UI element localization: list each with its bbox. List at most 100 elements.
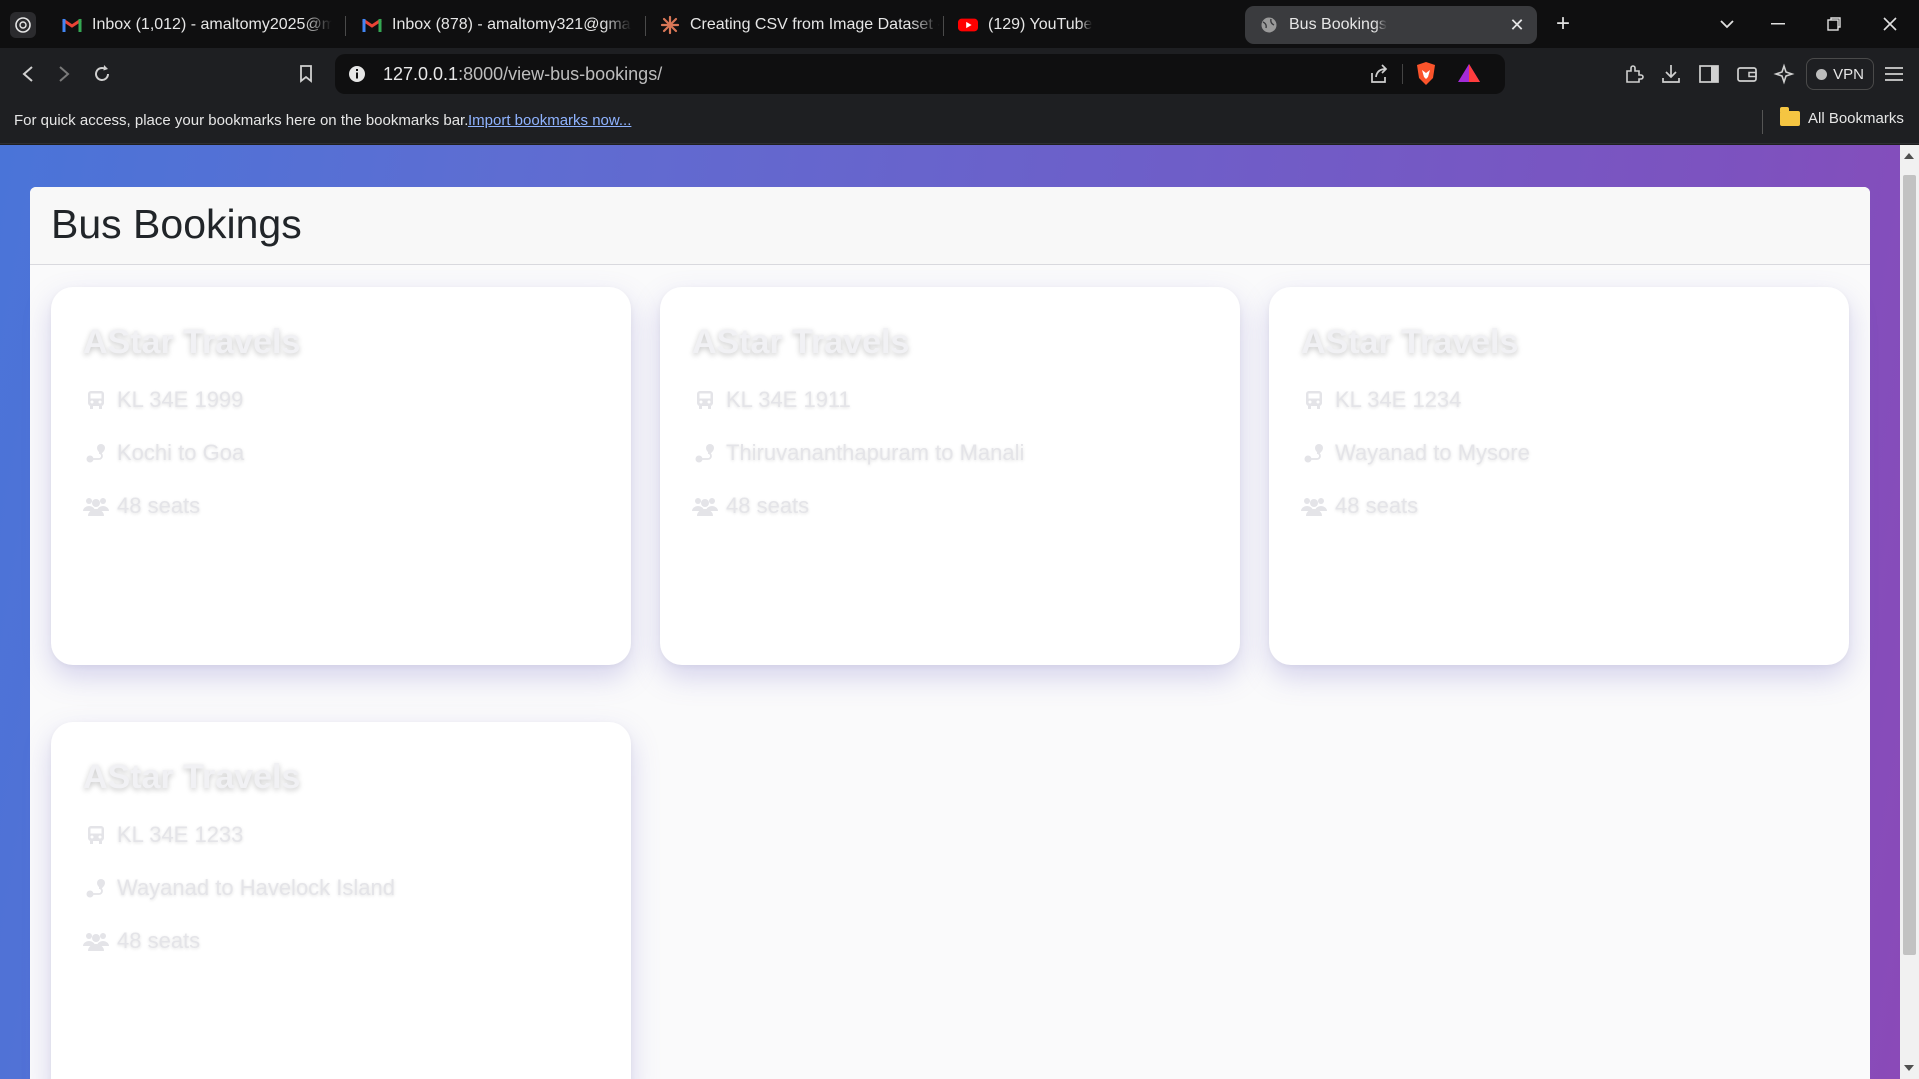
bookmarks-bar: For quick access, place your bookmarks h… bbox=[0, 100, 1919, 144]
tab-title: Creating CSV from Image Dataset - C bbox=[690, 16, 940, 33]
seats-row: 48 seats bbox=[83, 928, 200, 954]
close-tab-icon[interactable]: ✕ bbox=[1507, 15, 1527, 35]
leo-ai-icon[interactable] bbox=[1770, 60, 1798, 88]
brave-shields-icon[interactable] bbox=[1414, 61, 1438, 92]
seats-row: 48 seats bbox=[1301, 493, 1418, 519]
page-scrollbar[interactable] bbox=[1900, 145, 1919, 1079]
tab-youtube[interactable]: (129) YouTube bbox=[958, 6, 1228, 44]
tab-title: Bus Bookings bbox=[1289, 16, 1387, 33]
route-text: Kochi to Goa bbox=[117, 440, 245, 465]
booking-card[interactable]: AStar Travels KL 34E 1999 Kochi to Goa 4… bbox=[51, 287, 631, 665]
tab-claude[interactable]: Creating CSV from Image Dataset - C bbox=[660, 6, 940, 44]
browser-menu-icon[interactable] bbox=[10, 12, 36, 38]
booking-card[interactable]: AStar Travels KL 34E 1234 Wayanad to Mys… bbox=[1269, 287, 1849, 665]
route-icon bbox=[83, 441, 109, 465]
route-text: Wayanad to Havelock Island bbox=[117, 875, 395, 900]
scrollbar-thumb[interactable] bbox=[1903, 175, 1916, 955]
forward-button[interactable] bbox=[50, 60, 78, 88]
bookmark-icon[interactable] bbox=[292, 60, 320, 88]
operator-name: AStar Travels bbox=[83, 758, 301, 796]
bus-number-row: KL 34E 1234 bbox=[1301, 387, 1461, 413]
all-bookmarks-button[interactable]: All Bookmarks bbox=[1780, 107, 1904, 127]
tab-title: Inbox (878) - amaltomy321@gmail.c bbox=[392, 16, 632, 33]
scroll-up-icon[interactable] bbox=[1904, 153, 1914, 159]
share-icon[interactable] bbox=[1368, 63, 1390, 90]
bus-icon bbox=[83, 823, 109, 847]
seats-row: 48 seats bbox=[692, 493, 809, 519]
route-row: Thiruvananthapuram to Manali bbox=[692, 440, 1024, 466]
minimize-button[interactable] bbox=[1764, 10, 1792, 38]
main-menu-icon[interactable] bbox=[1880, 60, 1908, 88]
tab-gmail-2[interactable]: Inbox (878) - amaltomy321@gmail.c bbox=[362, 6, 632, 44]
folder-icon bbox=[1780, 107, 1800, 126]
bus-number: KL 34E 1911 bbox=[726, 387, 851, 412]
tab-search-button[interactable] bbox=[1713, 10, 1741, 38]
booking-card[interactable]: AStar Travels KL 34E 1233 Wayanad to Hav… bbox=[51, 722, 631, 1079]
downloads-icon[interactable] bbox=[1657, 60, 1685, 88]
operator-name: AStar Travels bbox=[692, 323, 910, 361]
tab-gmail-1[interactable]: Inbox (1,012) - amaltomy2025@mca bbox=[62, 6, 332, 44]
url-path: :8000/view-bus-bookings/ bbox=[458, 64, 663, 84]
bus-number: KL 34E 1234 bbox=[1335, 387, 1462, 412]
url-text[interactable]: 127.0.0.1:8000/view-bus-bookings/ bbox=[383, 64, 662, 85]
bus-number-row: KL 34E 1911 bbox=[692, 387, 851, 413]
browser-toolbar: 127.0.0.1:8000/view-bus-bookings/ VPN bbox=[0, 48, 1919, 100]
import-bookmarks-link[interactable]: Import bookmarks now... bbox=[468, 112, 631, 129]
vpn-status-icon bbox=[1816, 68, 1828, 80]
tab-separator bbox=[345, 16, 346, 36]
bus-number-row: KL 34E 1999 bbox=[83, 387, 243, 413]
scroll-down-icon[interactable] bbox=[1904, 1065, 1914, 1071]
booking-card[interactable]: AStar Travels KL 34E 1911 Thiruvananthap… bbox=[660, 287, 1240, 665]
tab-strip: Inbox (1,012) - amaltomy2025@mca Inbox (… bbox=[0, 0, 1919, 48]
panel-header: Bus Bookings bbox=[30, 187, 1870, 265]
vpn-button[interactable]: VPN bbox=[1806, 58, 1874, 90]
url-divider bbox=[1402, 64, 1403, 84]
tab-bus-bookings[interactable]: Bus Bookings ✕ bbox=[1245, 6, 1537, 44]
reload-button[interactable] bbox=[88, 60, 116, 88]
bus-number-row: KL 34E 1233 bbox=[83, 822, 243, 848]
seat-count: 48 seats bbox=[117, 928, 201, 953]
address-bar[interactable]: 127.0.0.1:8000/view-bus-bookings/ bbox=[335, 54, 1505, 94]
new-tab-button[interactable]: + bbox=[1549, 10, 1577, 38]
route-row: Wayanad to Havelock Island bbox=[83, 875, 395, 901]
page-viewport: Bus Bookings AStar Travels KL 34E 1999 K… bbox=[0, 145, 1900, 1079]
site-info-icon[interactable] bbox=[347, 64, 367, 89]
seat-count: 48 seats bbox=[726, 493, 810, 518]
route-text: Thiruvananthapuram to Manali bbox=[726, 440, 1025, 465]
bookmarks-divider bbox=[1762, 110, 1763, 134]
bus-icon bbox=[83, 388, 109, 412]
claude-icon bbox=[660, 15, 680, 35]
bus-number: KL 34E 1233 bbox=[117, 822, 244, 847]
route-row: Kochi to Goa bbox=[83, 440, 244, 466]
users-icon bbox=[1301, 494, 1327, 518]
users-icon bbox=[692, 494, 718, 518]
route-text: Wayanad to Mysore bbox=[1335, 440, 1530, 465]
vpn-label: VPN bbox=[1833, 65, 1864, 83]
users-icon bbox=[83, 929, 109, 953]
tab-separator bbox=[645, 16, 646, 36]
brave-rewards-icon[interactable] bbox=[1457, 62, 1481, 89]
bus-number: KL 34E 1999 bbox=[117, 387, 244, 412]
operator-name: AStar Travels bbox=[83, 323, 301, 361]
page-title: Bus Bookings bbox=[51, 201, 302, 247]
wallet-icon[interactable] bbox=[1733, 60, 1761, 88]
url-host: 127.0.0.1 bbox=[383, 64, 459, 84]
restore-button[interactable] bbox=[1820, 10, 1848, 38]
seats-row: 48 seats bbox=[83, 493, 200, 519]
route-row: Wayanad to Mysore bbox=[1301, 440, 1530, 466]
seat-count: 48 seats bbox=[1335, 493, 1419, 518]
back-button[interactable] bbox=[14, 60, 42, 88]
route-icon bbox=[1301, 441, 1327, 465]
route-icon bbox=[83, 876, 109, 900]
bookings-panel: Bus Bookings AStar Travels KL 34E 1999 K… bbox=[30, 187, 1870, 1079]
all-bookmarks-label: All Bookmarks bbox=[1808, 110, 1904, 127]
bookmarks-hint: For quick access, place your bookmarks h… bbox=[14, 112, 469, 129]
seat-count: 48 seats bbox=[117, 493, 201, 518]
route-icon bbox=[692, 441, 718, 465]
extensions-icon[interactable] bbox=[1620, 60, 1648, 88]
tab-title: Inbox (1,012) - amaltomy2025@mca bbox=[92, 16, 332, 33]
close-window-button[interactable] bbox=[1876, 10, 1904, 38]
sidebar-icon[interactable] bbox=[1695, 60, 1723, 88]
youtube-icon bbox=[958, 15, 978, 35]
gmail-icon bbox=[362, 15, 382, 35]
